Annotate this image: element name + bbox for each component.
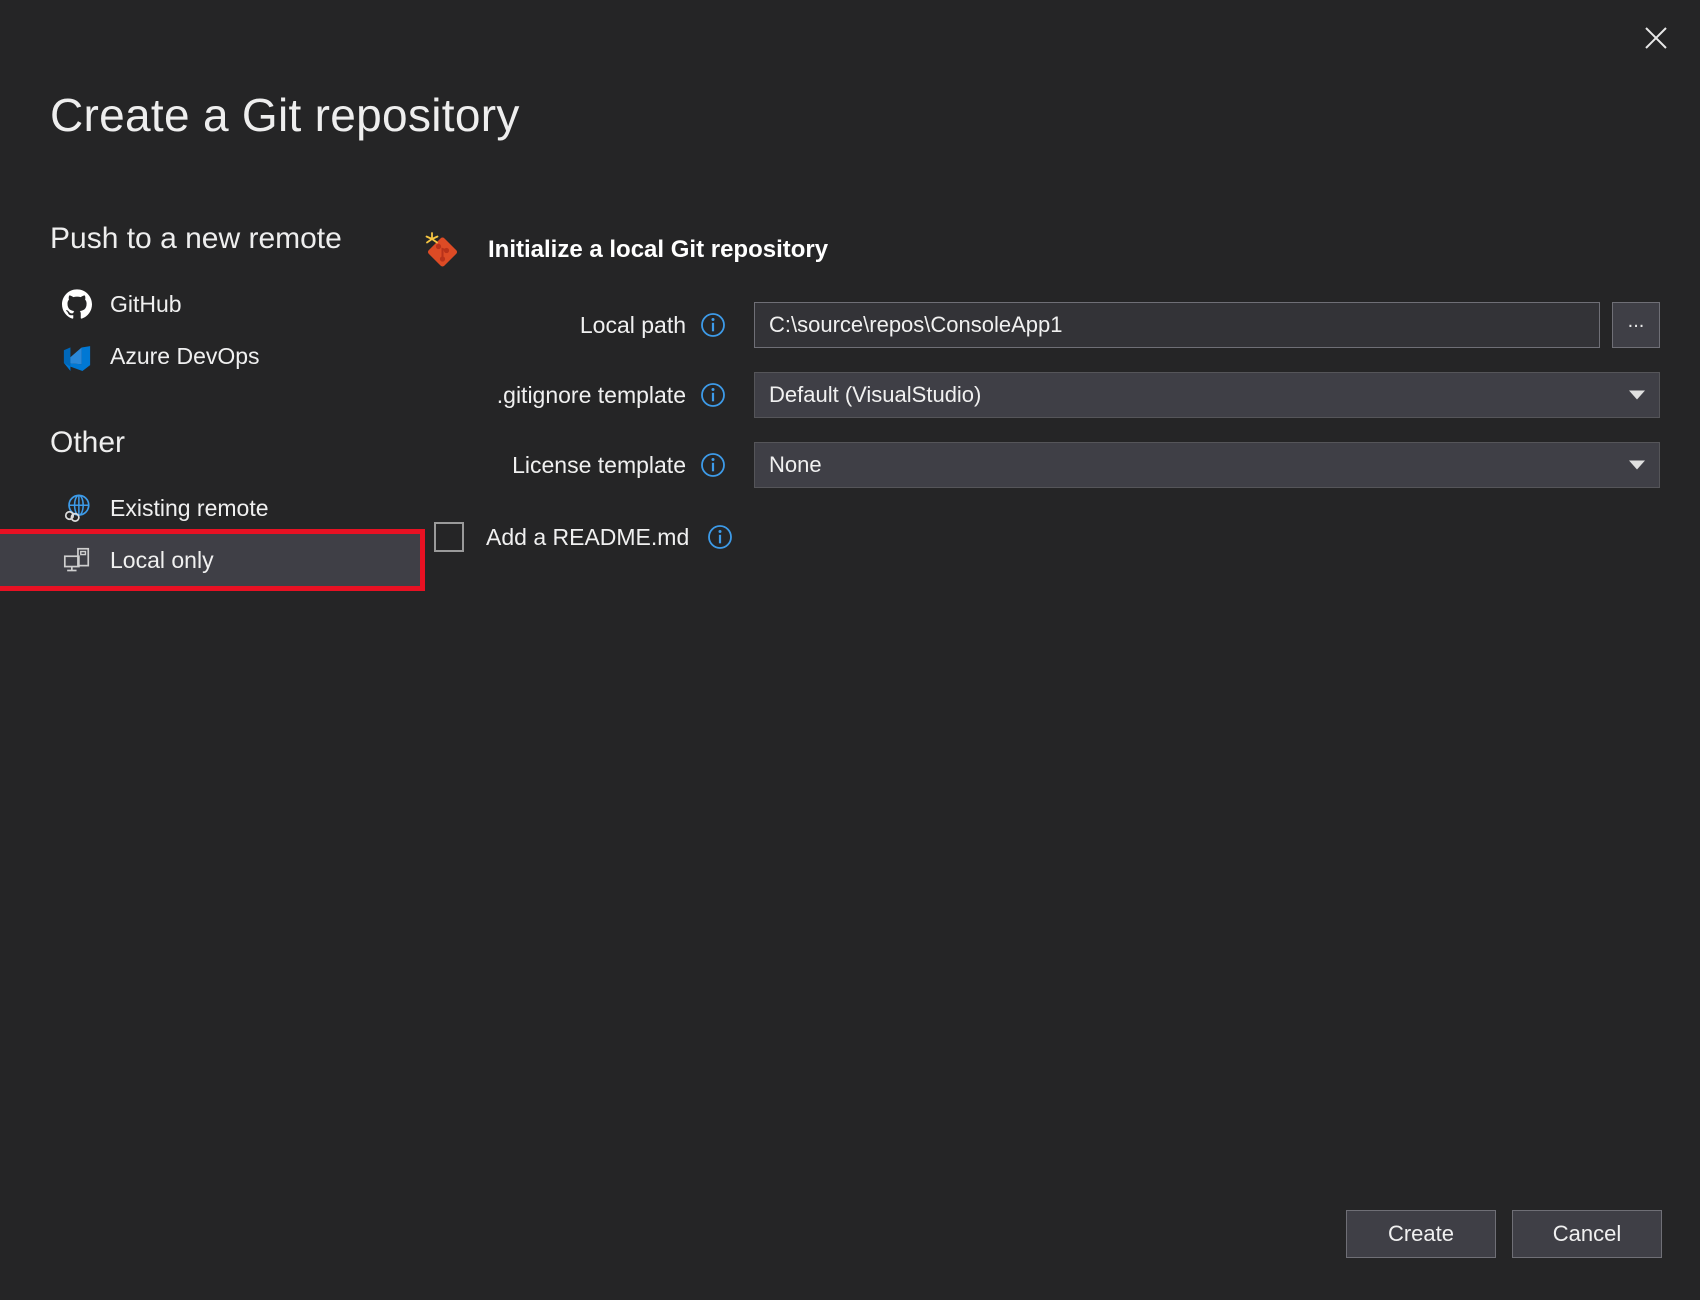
license-template-value: None — [755, 452, 822, 478]
page-title: Create a Git repository — [50, 88, 520, 142]
gitignore-template-label: .gitignore template — [420, 382, 700, 409]
sidebar-item-azure-devops[interactable]: Azure DevOps — [0, 330, 420, 382]
license-template-label: License template — [420, 452, 700, 479]
sidebar-group-heading-push-to-new-remote: Push to a new remote — [0, 222, 420, 256]
sidebar-item-local-only[interactable]: Local only — [0, 534, 420, 586]
info-icon[interactable] — [707, 524, 733, 550]
gitignore-template-select[interactable]: Default (VisualStudio) — [754, 372, 1660, 418]
license-template-row: License template None — [420, 442, 1660, 488]
chevron-down-icon — [1629, 391, 1645, 400]
git-repository-new-icon — [420, 228, 464, 272]
local-path-input[interactable] — [754, 302, 1600, 348]
gitignore-template-value: Default (VisualStudio) — [755, 382, 981, 408]
sidebar-item-label: Azure DevOps — [110, 343, 260, 370]
sidebar-item-label: Existing remote — [110, 495, 269, 522]
create-button[interactable]: Create — [1346, 1210, 1496, 1258]
create-git-repository-dialog: Create a Git repository Push to a new re… — [0, 0, 1700, 1300]
sidebar: Push to a new remote GitHub Azure DevOps… — [0, 222, 420, 586]
local-path-row: Local path ... — [420, 302, 1660, 348]
readme-row: Add a README.md — [420, 522, 1660, 552]
info-icon[interactable] — [700, 312, 726, 338]
panel-header-title: Initialize a local Git repository — [488, 236, 828, 264]
info-icon[interactable] — [700, 382, 726, 408]
cancel-button[interactable]: Cancel — [1512, 1210, 1662, 1258]
chevron-down-icon — [1629, 461, 1645, 470]
sidebar-group-heading-other: Other — [0, 426, 420, 460]
gitignore-template-row: .gitignore template Default (VisualStudi… — [420, 372, 1660, 418]
github-icon — [62, 289, 92, 319]
globe-link-icon — [62, 493, 92, 523]
info-icon[interactable] — [700, 452, 726, 478]
main-panel: Initialize a local Git repository Local … — [420, 228, 1660, 552]
add-readme-label: Add a README.md — [486, 524, 689, 551]
browse-button[interactable]: ... — [1612, 302, 1660, 348]
sidebar-item-label: Local only — [110, 547, 214, 574]
license-template-select[interactable]: None — [754, 442, 1660, 488]
local-computer-icon — [62, 545, 92, 575]
local-path-label: Local path — [420, 312, 700, 339]
sidebar-item-existing-remote[interactable]: Existing remote — [0, 482, 420, 534]
add-readme-checkbox[interactable] — [434, 522, 464, 552]
sidebar-item-github[interactable]: GitHub — [0, 278, 420, 330]
azure-devops-icon — [62, 341, 92, 371]
footer: Create Cancel — [1346, 1210, 1662, 1258]
close-icon[interactable] — [1630, 12, 1682, 64]
panel-header: Initialize a local Git repository — [420, 228, 1660, 272]
sidebar-item-label: GitHub — [110, 291, 182, 318]
